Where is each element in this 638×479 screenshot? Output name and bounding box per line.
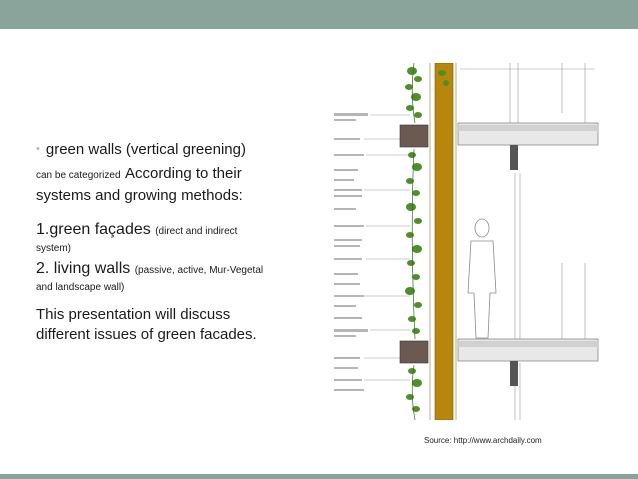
bullet-marker: • (36, 143, 40, 155)
green-wall-section-drawing (334, 63, 599, 420)
living-walls-label: 2. living walls (36, 260, 131, 277)
green-facades-note: (direct and indirect (155, 226, 238, 237)
green-facades-note-2: system) (36, 243, 71, 254)
green-facades-line: 1.green façades (direct and indirect (36, 220, 326, 242)
wood-wall (434, 63, 454, 420)
bullet-text: green walls (vertical greening) (45, 141, 246, 158)
closing-line-1: This presentation will discuss (36, 306, 231, 323)
planter-lower (399, 340, 429, 364)
leader-lines (364, 114, 410, 381)
bullet-line: • green walls (vertical greening) (36, 139, 326, 160)
closing-line-2: different issues of green facades. (36, 326, 257, 343)
living-walls-line: 2. living walls (passive, active, Mur-Ve… (36, 259, 326, 281)
category-small-text: can be categorized (36, 170, 121, 181)
structure-lines (460, 63, 595, 420)
header-bar (0, 0, 638, 29)
person-silhouette (467, 218, 497, 339)
category-line: can be categorized According to their (36, 164, 326, 186)
living-walls-note-2: and landscape wall) (36, 282, 125, 293)
planter-upper (399, 124, 429, 148)
category-mid-text: According to their (124, 165, 242, 182)
category-line-2: systems and growing methods: (36, 187, 243, 204)
floor-slabs (457, 122, 599, 386)
slide-body: • green walls (vertical greening) can be … (36, 139, 326, 345)
footer-bar (0, 474, 638, 479)
image-source-caption: Source: http://www.archdaily.com (424, 436, 542, 445)
living-walls-note: (passive, active, Mur-Vegetal (134, 265, 264, 276)
annotation-labels (334, 113, 368, 391)
green-facades-label: 1.green façades (36, 221, 151, 238)
